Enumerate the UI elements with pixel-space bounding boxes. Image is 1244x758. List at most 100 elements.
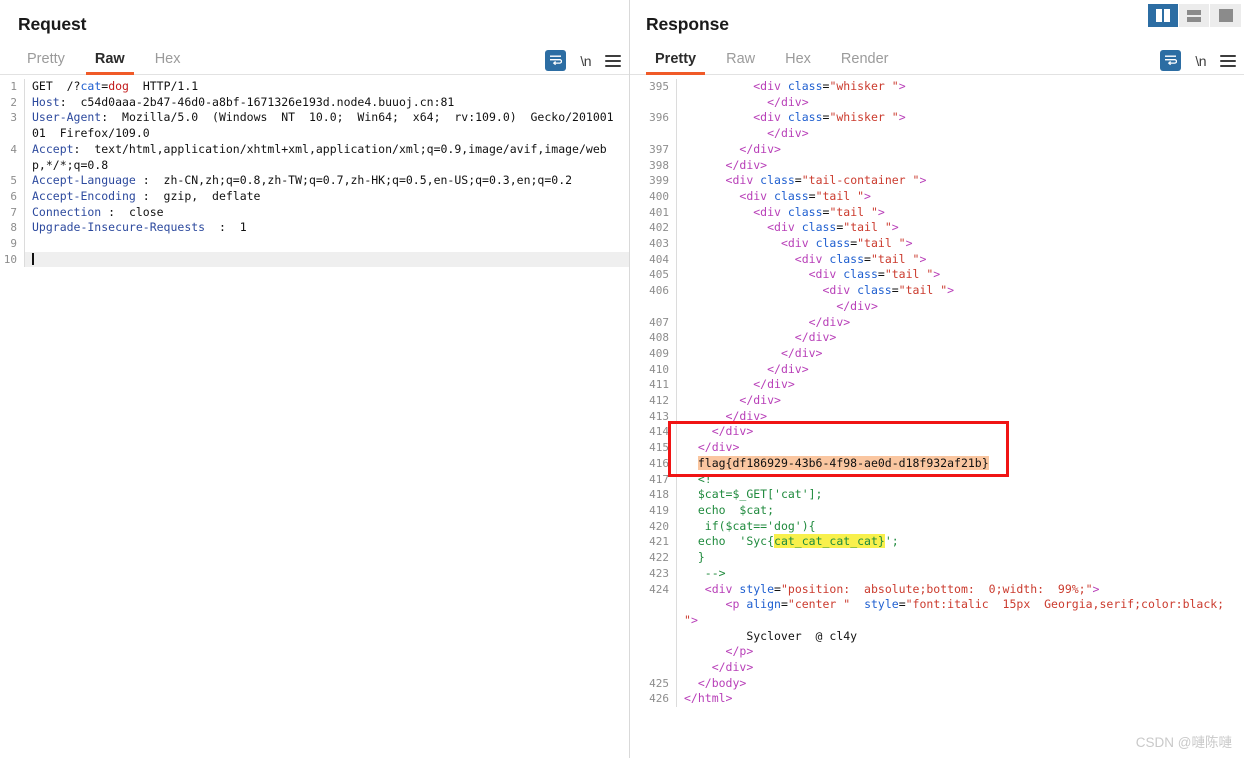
code-line-content[interactable]: <div class="tail-container "> — [676, 173, 1244, 189]
code-line[interactable]: 7 Connection : close — [0, 204, 629, 221]
code-line[interactable]: 398 </div> — [630, 157, 1244, 174]
layout-horizontal-split-button[interactable] — [1179, 4, 1210, 27]
code-line[interactable]: 395 <div class="whisker "> </div> — [630, 79, 1244, 111]
code-line-content[interactable]: <div class="whisker "> </div> — [676, 110, 1244, 142]
code-line-content[interactable]: </div> — [676, 361, 1244, 378]
code-line-content[interactable]: if($cat=='dog'){ — [676, 518, 1244, 535]
request-code-editor[interactable]: 1 GET /?cat=dog HTTP/1.1 2 Host: c54d0aaa-2… — [0, 75, 629, 268]
code-line-content[interactable]: <div class="whisker "> </div> — [676, 79, 1244, 111]
code-line[interactable]: 3 User-Agent: Mozilla/5.0 (Windows NT 10.… — [0, 110, 629, 142]
code-line[interactable]: 397 </div> — [630, 141, 1244, 158]
tab-request-raw[interactable]: Raw — [80, 51, 140, 75]
tab-response-pretty[interactable]: Pretty — [640, 51, 711, 75]
code-line-content[interactable]: </html> — [676, 691, 1244, 708]
code-line[interactable]: 418 $cat=$_GET['cat']; — [630, 487, 1244, 503]
code-line-content[interactable]: Host: c54d0aaa-2b47-46d0-a8bf-1671326e19… — [24, 94, 629, 111]
code-line-content[interactable]: <div class="tail "> — [676, 220, 1244, 237]
response-scroll-area[interactable]: 395 <div class="whisker "> </div> 396 <di… — [630, 75, 1244, 747]
code-line[interactable]: 399 <div class="tail-container "> — [630, 173, 1244, 189]
code-line[interactable]: 411 </div> — [630, 377, 1244, 394]
code-line[interactable]: 404 <div class="tail "> — [630, 251, 1244, 268]
newline-toggle-icon[interactable]: \n — [580, 53, 591, 69]
code-line-content[interactable]: Accept-Language : zh-CN,zh;q=0.8,zh-TW;q… — [24, 173, 629, 189]
code-line-content[interactable]: <div class="tail "> </div> — [676, 283, 1244, 315]
layout-single-pane-button[interactable] — [1210, 4, 1241, 27]
code-line-content[interactable]: <div style="position: absolute;bottom: 0… — [676, 581, 1244, 676]
code-line-content[interactable] — [24, 251, 629, 268]
code-line-content[interactable]: Connection : close — [24, 204, 629, 221]
code-line[interactable]: 401 <div class="tail "> — [630, 204, 1244, 221]
code-line[interactable]: 417 <! — [630, 471, 1244, 488]
code-line-content[interactable]: </body> — [676, 675, 1244, 692]
code-line-content[interactable]: echo $cat; — [676, 502, 1244, 519]
tab-response-hex[interactable]: Hex — [770, 51, 826, 74]
code-line-content[interactable] — [24, 236, 629, 252]
code-line-content[interactable]: </div> — [676, 424, 1244, 441]
code-line-content[interactable]: </div> — [676, 314, 1244, 331]
tab-request-hex[interactable]: Hex — [140, 51, 196, 74]
code-line[interactable]: 407 </div> — [630, 314, 1244, 331]
code-line[interactable]: 423 --> — [630, 565, 1244, 582]
code-line[interactable]: 400 <div class="tail "> — [630, 188, 1244, 205]
code-line[interactable]: 413 </div> — [630, 408, 1244, 425]
code-line-content[interactable]: <div class="tail "> — [676, 236, 1244, 252]
response-code-editor[interactable]: 395 <div class="whisker "> </div> 396 <di… — [630, 75, 1244, 708]
code-line[interactable]: 410 </div> — [630, 361, 1244, 378]
code-line-content[interactable]: </div> — [676, 377, 1244, 394]
code-line-content[interactable]: User-Agent: Mozilla/5.0 (Windows NT 10.0… — [24, 110, 629, 142]
code-line[interactable]: 406 <div class="tail "> </div> — [630, 283, 1244, 315]
code-line[interactable]: 9 — [0, 236, 629, 252]
code-line-content[interactable]: --> — [676, 565, 1244, 582]
hamburger-menu-icon[interactable] — [605, 54, 621, 67]
code-line[interactable]: 424 <div style="position: absolute;botto… — [630, 581, 1244, 676]
code-line[interactable]: 416 flag{df186929-43b6-4f98-ae0d-d18f932… — [630, 455, 1244, 472]
code-line-content[interactable]: </div> — [676, 157, 1244, 174]
code-line[interactable]: 421 echo 'Syc{cat_cat_cat_cat}'; — [630, 534, 1244, 551]
code-line[interactable]: 420 if($cat=='dog'){ — [630, 518, 1244, 535]
code-line[interactable]: 414 </div> — [630, 424, 1244, 441]
code-line[interactable]: 415 </div> — [630, 440, 1244, 456]
code-line-content[interactable]: </div> — [676, 330, 1244, 346]
word-wrap-icon[interactable] — [1160, 50, 1182, 71]
code-line-content[interactable]: <div class="tail "> — [676, 267, 1244, 284]
tab-response-raw[interactable]: Raw — [711, 51, 770, 74]
code-line[interactable]: 426 </html> — [630, 691, 1244, 708]
code-line-content[interactable]: </div> — [676, 393, 1244, 409]
code-line-content[interactable]: </div> — [676, 440, 1244, 456]
hamburger-menu-icon[interactable] — [1220, 54, 1236, 67]
code-line[interactable]: 412 </div> — [630, 393, 1244, 409]
code-line-content[interactable]: $cat=$_GET['cat']; — [676, 487, 1244, 503]
code-line-content[interactable]: <div class="tail "> — [676, 188, 1244, 205]
tab-request-pretty[interactable]: Pretty — [12, 51, 80, 74]
code-line[interactable]: 10 — [0, 251, 629, 268]
code-line[interactable]: 402 <div class="tail "> — [630, 220, 1244, 237]
code-line-content[interactable]: <div class="tail "> — [676, 251, 1244, 268]
code-line-content[interactable]: </div> — [676, 141, 1244, 158]
code-line[interactable]: 419 echo $cat; — [630, 502, 1244, 519]
code-line[interactable]: 422 } — [630, 550, 1244, 566]
code-line-content[interactable]: <! — [676, 471, 1244, 488]
layout-vertical-split-button[interactable] — [1148, 4, 1179, 27]
word-wrap-icon[interactable] — [545, 50, 567, 71]
code-line[interactable]: 409 </div> — [630, 345, 1244, 362]
code-line[interactable]: 405 <div class="tail "> — [630, 267, 1244, 284]
request-scroll-area[interactable]: 1 GET /?cat=dog HTTP/1.1 2 Host: c54d0aaa-2… — [0, 75, 629, 747]
code-line[interactable]: 1 GET /?cat=dog HTTP/1.1 — [0, 79, 629, 95]
code-line-content[interactable]: Accept-Encoding : gzip, deflate — [24, 188, 629, 205]
code-line[interactable]: 408 </div> — [630, 330, 1244, 346]
code-line[interactable]: 2 Host: c54d0aaa-2b47-46d0-a8bf-1671326e1… — [0, 94, 629, 111]
code-line[interactable]: 403 <div class="tail "> — [630, 236, 1244, 252]
code-line-content[interactable]: <div class="tail "> — [676, 204, 1244, 221]
code-line[interactable]: 425 </body> — [630, 675, 1244, 692]
code-line[interactable]: 8 Upgrade-Insecure-Requests : 1 — [0, 220, 629, 237]
code-line-content[interactable]: flag{df186929-43b6-4f98-ae0d-d18f932af21… — [676, 455, 1244, 472]
tab-response-render[interactable]: Render — [826, 51, 904, 74]
code-line[interactable]: 6 Accept-Encoding : gzip, deflate — [0, 188, 629, 205]
code-line-content[interactable]: } — [676, 550, 1244, 566]
code-line[interactable]: 5 Accept-Language : zh-CN,zh;q=0.8,zh-TW;… — [0, 173, 629, 189]
code-line-content[interactable]: </div> — [676, 345, 1244, 362]
code-line-content[interactable]: </div> — [676, 408, 1244, 425]
code-line-content[interactable]: Accept: text/html,application/xhtml+xml,… — [24, 141, 629, 174]
code-line-content[interactable]: echo 'Syc{cat_cat_cat_cat}'; — [676, 534, 1244, 551]
code-line-content[interactable]: Upgrade-Insecure-Requests : 1 — [24, 220, 629, 237]
